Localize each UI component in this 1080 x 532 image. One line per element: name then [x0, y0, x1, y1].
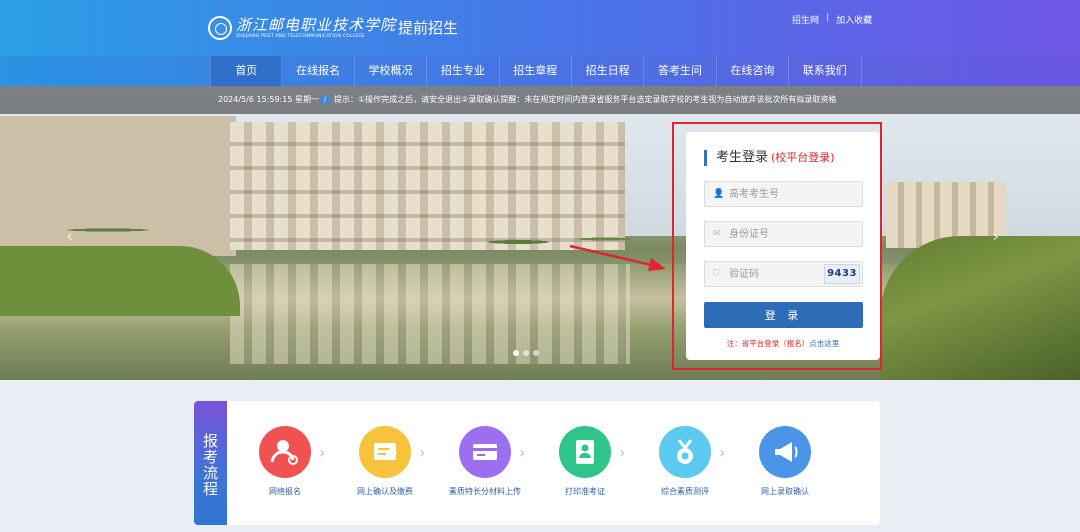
- user-icon: 👤: [713, 189, 725, 199]
- nav-item-schedule[interactable]: 招生日程: [572, 56, 645, 86]
- nav-item-home[interactable]: 首页: [210, 56, 283, 86]
- current-datetime: 2024/5/6 15:59:15 星期一: [218, 95, 319, 104]
- link-separator: |: [826, 13, 830, 23]
- logo-english-name: ZHEJIANG POST AND TELECOMMUNICATION COLL…: [236, 34, 366, 39]
- process-step-label: 综合素质测评: [661, 487, 709, 496]
- top-links: 招生网 | 加入收藏: [792, 13, 872, 26]
- banner-next-icon[interactable]: ›: [992, 226, 999, 247]
- chevron-right-icon: ›: [719, 443, 726, 462]
- campus-reeds: [880, 236, 1080, 380]
- add-favorite-link[interactable]: 加入收藏: [836, 13, 872, 26]
- chevron-right-icon: ›: [619, 443, 626, 462]
- medal-icon: [659, 426, 711, 478]
- process-step-label: 网上确认及缴费: [357, 487, 413, 496]
- nav-item-consultation[interactable]: 在线咨询: [717, 56, 790, 86]
- banner-dot[interactable]: [523, 350, 529, 356]
- id-number-input[interactable]: [729, 222, 859, 246]
- process-step-label: 素质特长分材料上传: [449, 487, 521, 496]
- banner-dot[interactable]: [513, 350, 519, 356]
- process-step-label: 打印准考证: [565, 487, 605, 496]
- site-title: 提前招生: [398, 19, 459, 37]
- user-edit-icon: [259, 426, 311, 478]
- process-step[interactable]: 网络报名: [245, 426, 325, 497]
- id-card-icon: [559, 426, 611, 478]
- site-logo[interactable]: 浙江邮电职业技术学院 ZHEJIANG POST AND TELECOMMUNI…: [208, 12, 458, 44]
- captcha-field[interactable]: ⛉ 9433: [704, 261, 863, 287]
- process-step[interactable]: 打印准考证: [545, 426, 625, 497]
- chevron-right-icon: ›: [419, 443, 426, 462]
- main-nav: 首页 在线报名 学校概况 招生专业 招生章程 招生日程 答考生问 在线咨询 联系…: [0, 56, 1080, 86]
- nav-item-regulations[interactable]: 招生章程: [500, 56, 572, 86]
- provincial-login-link[interactable]: 点击这里: [809, 339, 839, 348]
- nav-item-school-overview[interactable]: 学校概况: [355, 56, 428, 86]
- banner-dot[interactable]: [533, 350, 539, 356]
- id-number-field[interactable]: ✉: [704, 221, 863, 247]
- campus-banner: 2024/5/6 15:59:15 星期一 i 提示：①操作完成之后，请安全退出…: [0, 86, 1080, 380]
- process-step[interactable]: 素质特长分材料上传: [445, 426, 525, 497]
- nav-item-contact[interactable]: 联系我们: [789, 56, 862, 86]
- megaphone-icon: [759, 426, 811, 478]
- payment-form-icon: [359, 426, 411, 478]
- process-step-label: 网上录取确认: [761, 487, 809, 496]
- banner-prev-icon[interactable]: ‹: [66, 226, 73, 247]
- card-upload-icon: [459, 426, 511, 478]
- login-title: 考生登录 (校平台登录): [704, 150, 835, 166]
- exam-number-input[interactable]: [729, 182, 859, 206]
- process-step[interactable]: 综合素质测评: [645, 426, 725, 497]
- exam-number-field[interactable]: 👤: [704, 181, 863, 207]
- provincial-login-note: 注：省平台登录（报名）点击这里: [726, 339, 840, 348]
- nav-item-online-registration[interactable]: 在线报名: [282, 56, 355, 86]
- campus-lawn: [0, 246, 240, 316]
- nav-item-faq[interactable]: 答考生问: [644, 56, 717, 86]
- banner-pagination: [511, 350, 541, 356]
- shield-icon: ⛉: [713, 269, 720, 279]
- id-card-icon: ✉: [713, 229, 721, 239]
- application-process: 报考流程 网络报名 › 网上确认及缴费 › 素质特长分材料上传 › 打印准考证 …: [194, 401, 880, 525]
- login-button[interactable]: 登 录: [704, 302, 863, 328]
- process-tab: 报考流程: [194, 401, 227, 525]
- login-panel: 考生登录(校平台登录) 👤 ✉ ⛉ 9433 登 录 注：省平台登录（报名）点击…: [686, 132, 880, 360]
- site-header: 浙江邮电职业技术学院 ZHEJIANG POST AND TELECOMMUNI…: [0, 0, 1080, 56]
- process-step[interactable]: 网上录取确认: [745, 426, 825, 497]
- captcha-image[interactable]: 9433: [824, 264, 860, 284]
- process-step[interactable]: 网上确认及缴费: [345, 426, 425, 497]
- college-emblem-icon: [208, 16, 232, 40]
- info-icon: i: [320, 95, 330, 105]
- captcha-input[interactable]: [729, 262, 819, 286]
- red-pointer-arrow-icon: [569, 244, 666, 271]
- notice-bar: 2024/5/6 15:59:15 星期一 i 提示：①操作完成之后，请安全退出…: [0, 86, 1080, 114]
- chevron-right-icon: ›: [319, 443, 326, 462]
- nav-item-majors[interactable]: 招生专业: [427, 56, 500, 86]
- admissions-site-link[interactable]: 招生网: [792, 13, 819, 26]
- process-step-label: 网络报名: [269, 487, 301, 496]
- process-tab-label: 报考流程: [202, 432, 218, 498]
- chevron-right-icon: ›: [519, 443, 526, 462]
- notice-text: 提示：①操作完成之后，请安全退出②录取确认提醒：未在规定时间内登录省服务平台选定…: [334, 95, 837, 104]
- logo-chinese-name: 浙江邮电职业技术学院: [236, 16, 397, 34]
- login-subtitle: (校平台登录): [771, 151, 835, 164]
